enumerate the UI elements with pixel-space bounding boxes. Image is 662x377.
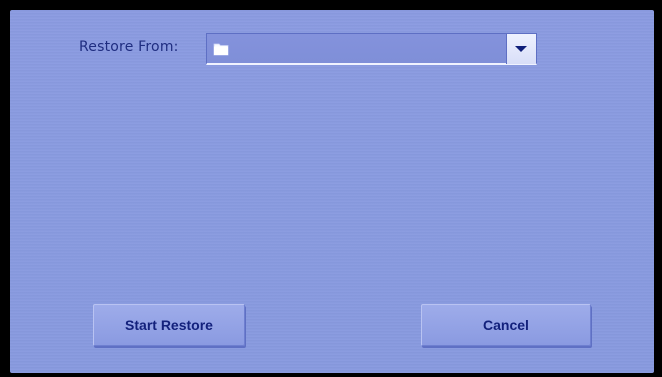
chevron-down-icon — [515, 46, 527, 52]
restore-source-dropdown[interactable] — [206, 33, 537, 65]
dropdown-toggle-button[interactable] — [506, 34, 536, 64]
cancel-button[interactable]: Cancel — [421, 304, 591, 346]
folder-icon — [213, 41, 229, 56]
restore-screen: Restore From: Start Restore Cancel — [10, 10, 654, 373]
start-restore-button[interactable]: Start Restore — [93, 304, 245, 346]
restore-from-label: Restore From: — [79, 39, 179, 55]
